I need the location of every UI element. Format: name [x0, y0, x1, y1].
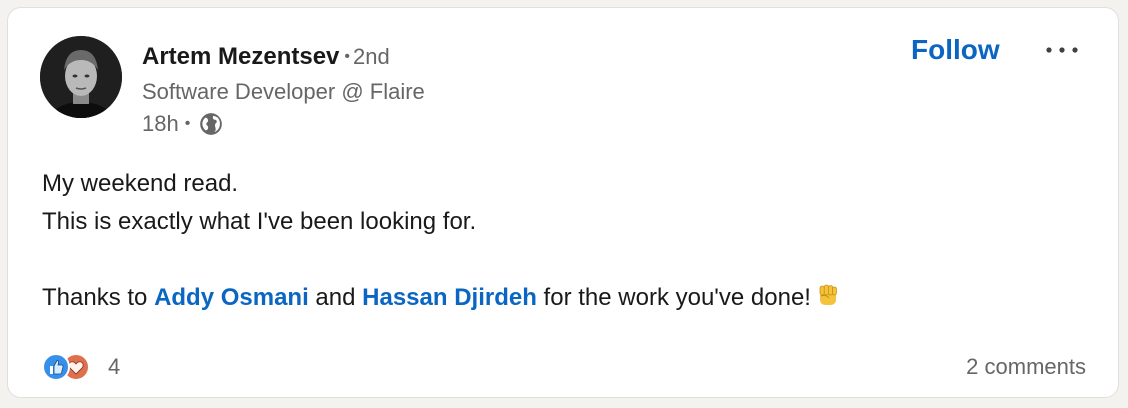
post-line: This is exactly what I've been looking f… [42, 208, 477, 235]
author-headline: Software Developer @ Flaire [142, 79, 425, 104]
follow-button[interactable]: Follow [903, 32, 1008, 68]
author-name[interactable]: Artem Mezentsev [142, 43, 339, 70]
post-card: Artem Mezentsev • 2nd Software Developer @… [7, 7, 1119, 398]
author-name-line: Artem Mezentsev • 2nd [142, 42, 390, 75]
post-meta: 18h • [142, 110, 224, 138]
connection-degree: 2nd [353, 44, 390, 69]
post-thanks-line: Thanks to Addy Osmani and Hassan Djirdeh… [42, 279, 841, 317]
mention-hassan-djirdeh[interactable]: Hassan Djirdeh [362, 284, 537, 311]
raised-fist-emoji [815, 282, 841, 308]
post-time: 18h [142, 111, 179, 136]
post-body: My weekend read. This is exactly what I'… [42, 165, 841, 317]
post-text-segment: for the work you've done! [536, 284, 811, 311]
post-line: My weekend read. [42, 170, 239, 197]
author-avatar[interactable] [40, 36, 122, 118]
like-icon [42, 353, 70, 381]
globe-icon [198, 111, 224, 137]
reaction-icons [42, 352, 98, 382]
mention-addy-osmani[interactable]: Addy Osmani [154, 284, 309, 311]
post-text-segment: and [308, 284, 363, 311]
separator-dot: • [184, 115, 191, 132]
more-horizontal-icon[interactable] [1040, 32, 1084, 68]
separator-dot: • [344, 48, 351, 65]
comments-count-link[interactable]: 2 comments [966, 352, 1086, 382]
reaction-count: 4 [108, 354, 121, 379]
post-text-segment: Thanks to [42, 284, 155, 311]
reactions-summary[interactable]: 4 [42, 352, 120, 382]
